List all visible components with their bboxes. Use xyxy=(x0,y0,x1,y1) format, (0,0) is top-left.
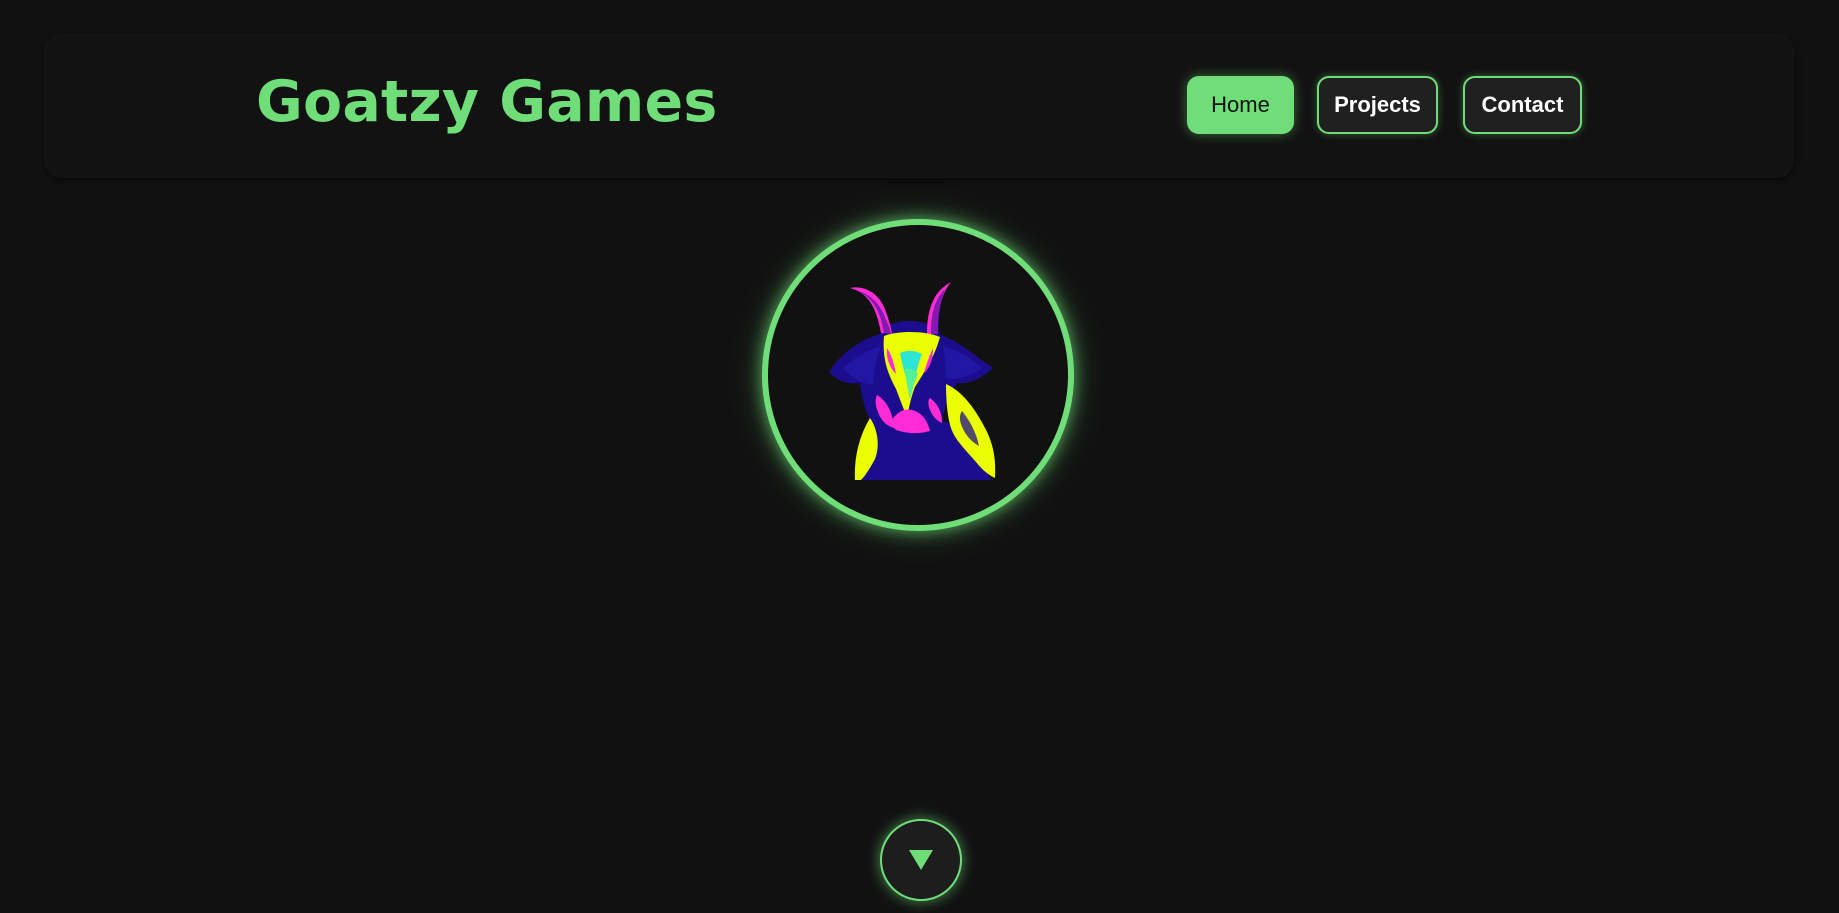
goat-icon xyxy=(829,282,996,480)
nav-projects-button[interactable]: Projects xyxy=(1317,76,1438,134)
triangle-down-icon xyxy=(909,850,933,870)
nav-contact-button[interactable]: Contact xyxy=(1463,76,1582,134)
site-header: Goatzy Games Home Projects Contact xyxy=(44,34,1794,178)
goat-logo-frame xyxy=(762,219,1074,531)
scroll-down-button[interactable] xyxy=(880,819,962,901)
brand-title: Goatzy Games xyxy=(256,69,718,135)
nav-home-button[interactable]: Home xyxy=(1187,76,1294,134)
